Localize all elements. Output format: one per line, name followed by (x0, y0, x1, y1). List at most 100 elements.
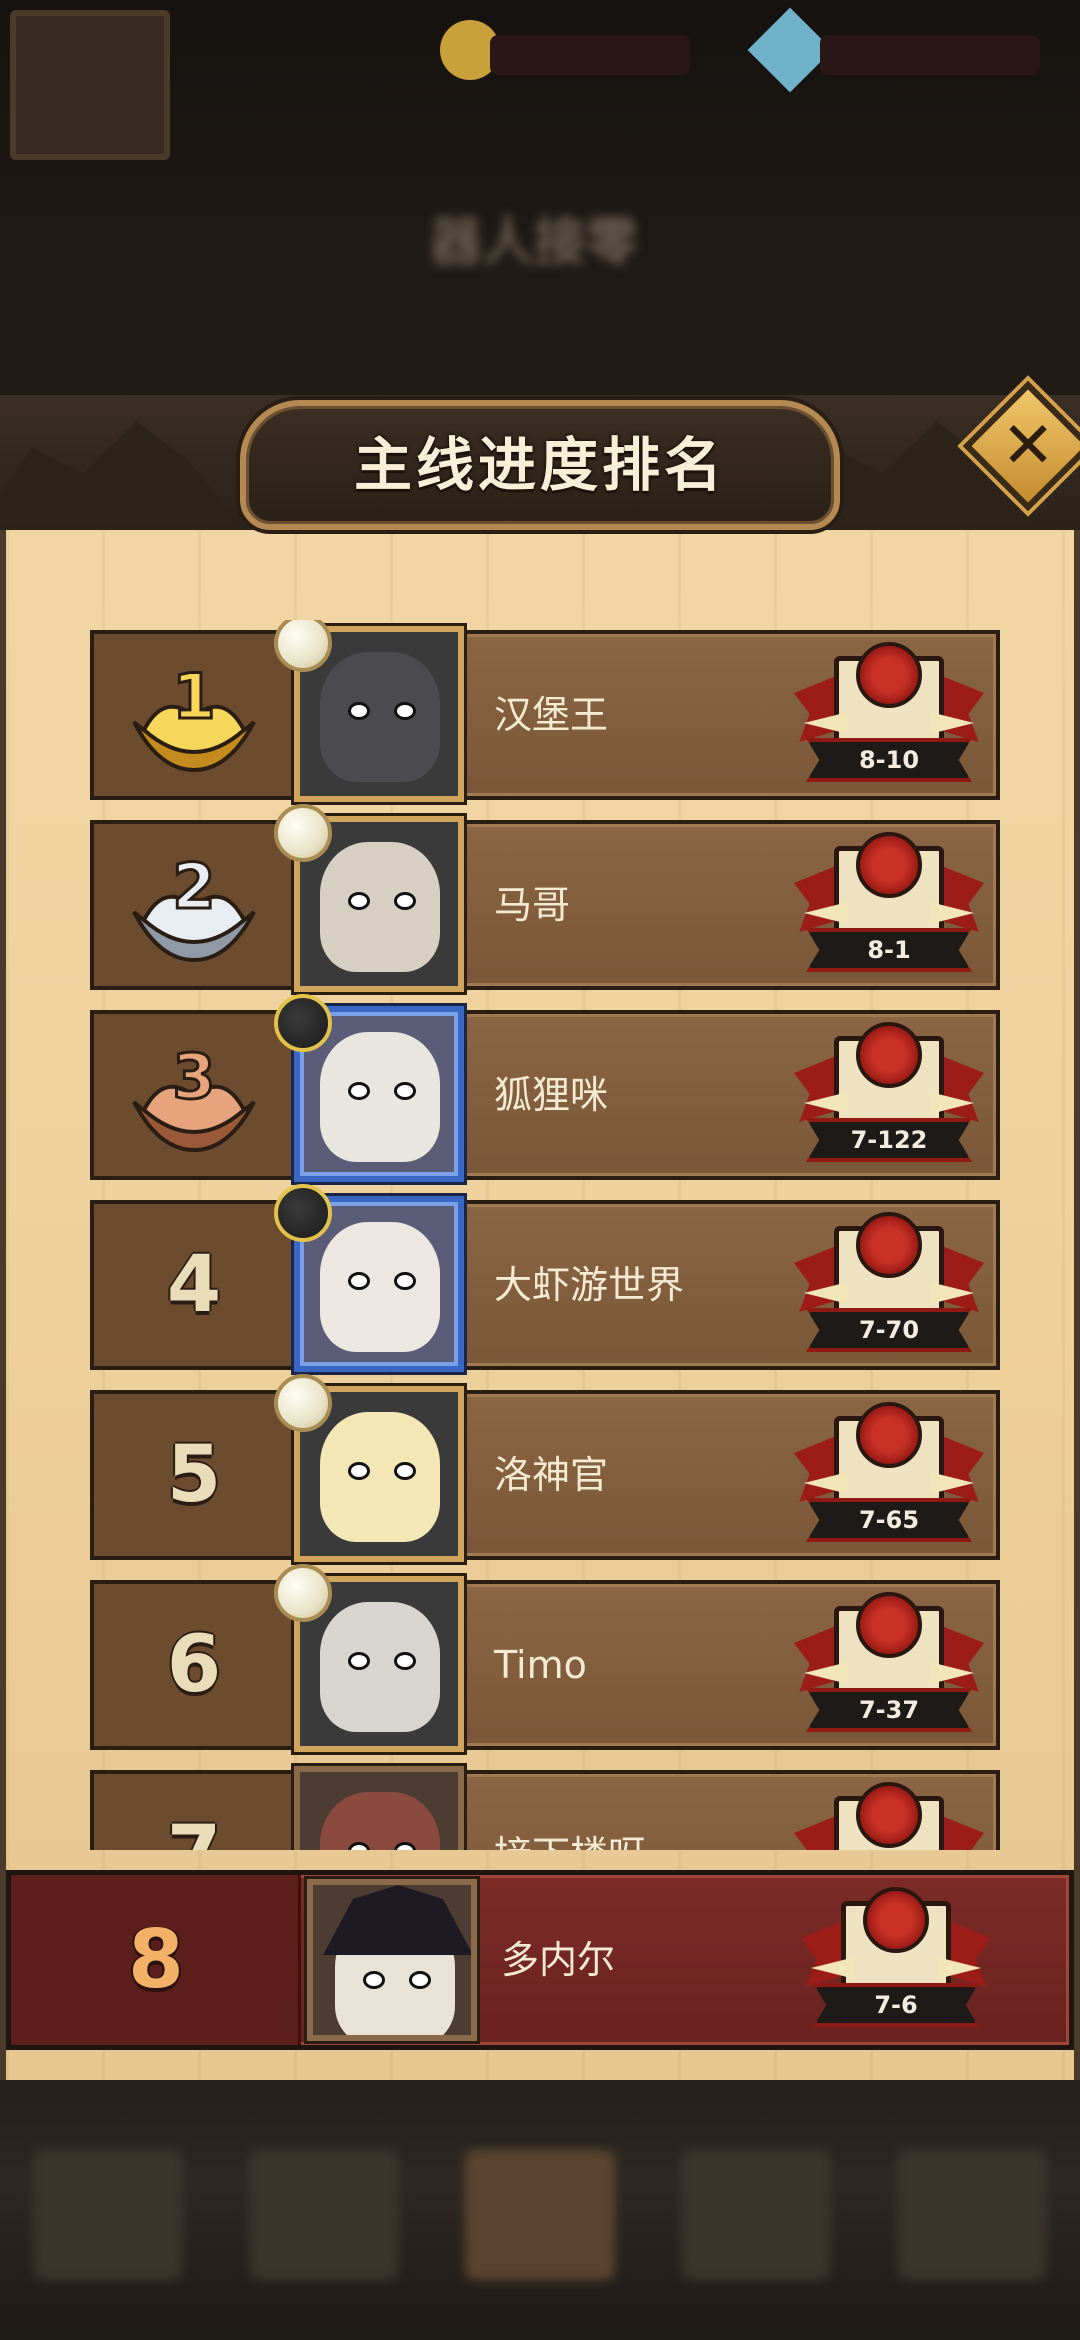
avatar-eye (348, 1272, 370, 1290)
player-name: Timo (494, 1643, 587, 1687)
background-title: 器人接零 (430, 213, 639, 273)
stage-badge: 8-10 (794, 642, 984, 788)
rank-cell: 4 (94, 1204, 294, 1366)
ranking-row[interactable]: 4 大虾游世界 7-70 (90, 1184, 1000, 1372)
player-name: 马哥 (494, 883, 571, 927)
stage-badge: 7-37 (794, 1592, 984, 1738)
my-avatar[interactable] (307, 1879, 477, 2041)
swirl-emblem-icon (856, 832, 922, 898)
stage-label: 7-122 (850, 1126, 928, 1154)
background-tab (33, 2150, 183, 2280)
avatar-eye (363, 1971, 385, 1989)
avatar-eye (394, 892, 416, 910)
background-avatar (10, 10, 170, 160)
avatar-eye (394, 702, 416, 720)
rank-medal-icon: 1 (132, 659, 256, 773)
rank-number: 4 (166, 1240, 222, 1330)
avatar-hood (323, 1885, 471, 1955)
stage-label: 7-70 (858, 1316, 920, 1344)
avatar-eye (348, 702, 370, 720)
rank-medal-icon: 3 (132, 1039, 256, 1153)
avatar-eye (394, 1652, 416, 1670)
stage-label: 7-6 (874, 1991, 918, 2019)
rank-cell: 1 (94, 634, 294, 796)
stage-label: 8-1 (867, 936, 911, 964)
background-tab (465, 2150, 615, 2280)
ranking-row[interactable]: 2 马哥 8-1 (90, 804, 1000, 992)
stage-badge: 7-65 (794, 1402, 984, 1548)
avatar-eye (348, 1652, 370, 1670)
rank-medal-icon: 2 (132, 849, 256, 963)
avatar-eye (409, 1971, 431, 1989)
avatar-face (320, 1222, 440, 1352)
background-resource-bar (490, 35, 690, 75)
swirl-emblem-icon (856, 1782, 922, 1848)
avatar-eye (348, 1462, 370, 1480)
rank-cell: 6 (94, 1584, 294, 1746)
background-tab (681, 2150, 831, 2280)
player-name: 汉堡王 (494, 693, 609, 737)
stage-badge: 8-1 (794, 832, 984, 978)
player-name: 狐狸咪 (494, 1073, 609, 1117)
stage-label: 7-65 (858, 1506, 920, 1534)
ranking-row[interactable]: 3 狐狸咪 7-122 (90, 994, 1000, 1182)
avatar-eye (394, 1082, 416, 1100)
stage-badge (794, 1782, 984, 1850)
stage-badge: 7-122 (794, 1022, 984, 1168)
swirl-emblem-icon (856, 1212, 922, 1278)
pearl-orb-icon (274, 1374, 332, 1432)
swirl-emblem-icon (863, 1887, 929, 1953)
ranking-list[interactable]: 1 汉堡王 8-10 2 马哥 8-1 3 狐狸咪 7-122 4 大虾游世界 7-70 5 洛神官 7-6… (0, 620, 1080, 1850)
rank-cell: 7 (94, 1774, 294, 1850)
ranking-row[interactable]: 5 洛神官 7-65 (90, 1374, 1000, 1562)
my-rank-cell: 8 (11, 1875, 301, 2045)
star-orb-icon (274, 1184, 332, 1242)
ranking-row[interactable]: 1 汉堡王 8-10 (90, 620, 1000, 802)
pearl-orb-icon (274, 1564, 332, 1622)
background-resource-bar (820, 35, 1040, 75)
rank-number: 6 (166, 1620, 222, 1710)
rank-cell: 5 (94, 1394, 294, 1556)
rank-medal-number: 3 (172, 1040, 215, 1113)
rank-cell: 3 (94, 1014, 294, 1176)
background-nav-tabs (0, 2150, 1080, 2310)
player-name: 大虾游世界 (494, 1263, 685, 1307)
avatar-eye (348, 1082, 370, 1100)
background-tab (249, 2150, 399, 2280)
my-rank-number: 8 (128, 1913, 184, 2006)
rank-medal-number: 2 (172, 850, 215, 923)
background-tab (897, 2150, 1047, 2280)
rank-cell: 2 (94, 824, 294, 986)
avatar-face (320, 1412, 440, 1542)
ranking-row[interactable]: 6 Timo 7-37 (90, 1564, 1000, 1752)
player-name: 接下楼呀 (494, 1774, 646, 1850)
avatar-face (320, 1602, 440, 1732)
star-orb-icon (274, 994, 332, 1052)
avatar-eye (394, 1462, 416, 1480)
avatar-eye (348, 892, 370, 910)
avatar-face (320, 1032, 440, 1162)
stage-badge: 7-70 (794, 1212, 984, 1358)
avatar-face (320, 1792, 440, 1850)
pearl-orb-icon (274, 804, 332, 862)
swirl-emblem-icon (856, 642, 922, 708)
rank-medal-number: 1 (172, 660, 215, 733)
avatar-face (320, 652, 440, 782)
avatar-face (320, 842, 440, 972)
stage-badge: 7-6 (801, 1887, 991, 2033)
swirl-emblem-icon (856, 1022, 922, 1088)
my-rank-row[interactable]: 8 多内尔 7-6 (6, 1870, 1074, 2050)
player-avatar[interactable] (294, 1766, 464, 1850)
rank-number: 7 (94, 1774, 294, 1850)
swirl-emblem-icon (856, 1592, 922, 1658)
panel-title: 主线进度排名 (353, 431, 726, 499)
my-player-name: 多内尔 (501, 1938, 616, 1982)
stage-label: 7-37 (858, 1696, 920, 1724)
stage-label: 8-10 (858, 746, 920, 774)
close-icon[interactable]: ✕ (982, 400, 1074, 492)
ranking-row[interactable]: 7 接下楼呀 (90, 1766, 1000, 1850)
swirl-emblem-icon (856, 1402, 922, 1468)
rank-number: 5 (166, 1430, 222, 1520)
avatar-eye (394, 1272, 416, 1290)
player-name: 洛神官 (494, 1453, 609, 1497)
